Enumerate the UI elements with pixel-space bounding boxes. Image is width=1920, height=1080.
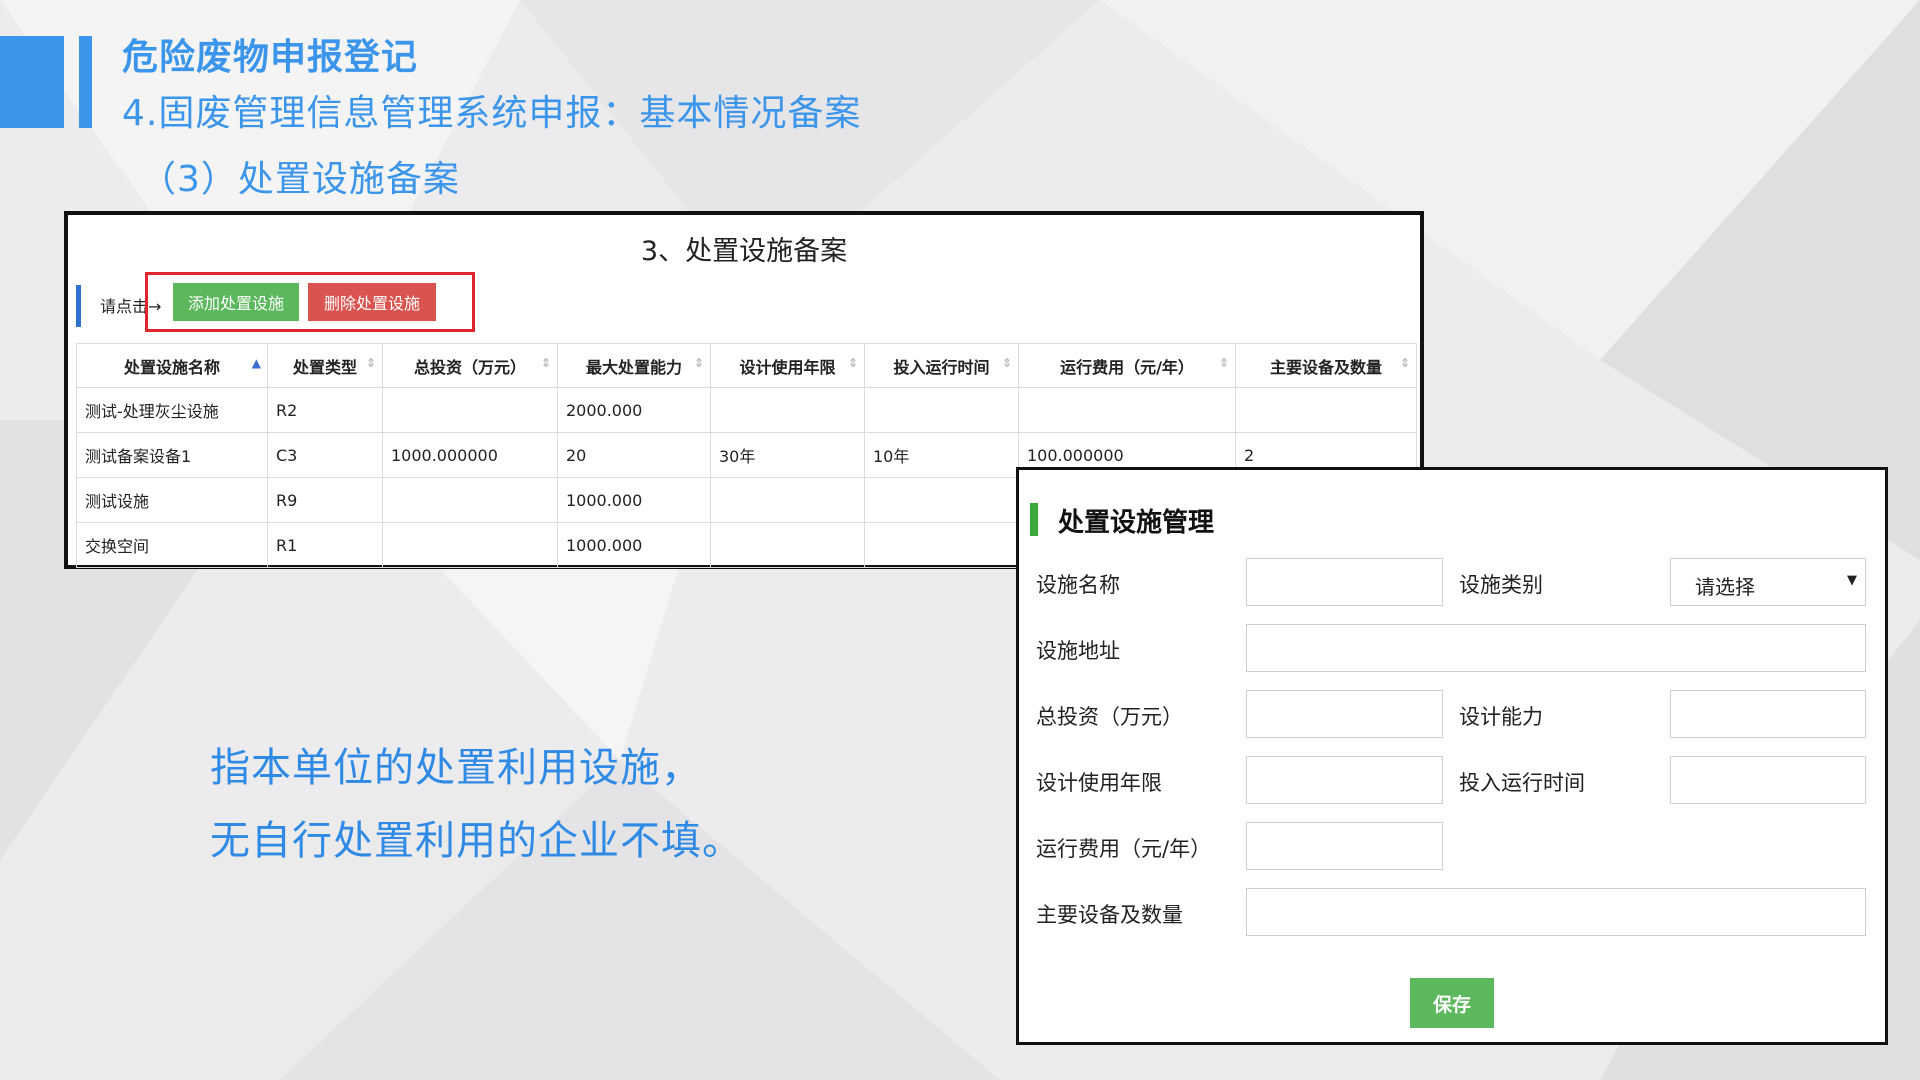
add-facility-button[interactable]: 添加处置设施 — [173, 283, 299, 321]
table-header-row: 处置设施名称 ▲ 处置类型 ⇕ 总投资（万元） ⇕ 最大处置能力 ⇕ 设计使用年限 ⇕ 投… — [76, 343, 1417, 388]
form-title: 处置设施管理 — [1058, 508, 1215, 538]
description-line-2: 无自行处置利用的企业不填。 — [210, 818, 743, 864]
label-facility-address: 设施地址 — [1036, 639, 1120, 663]
column-header-operation-time[interactable]: 投入运行时间 ⇕ — [864, 343, 1019, 388]
label-operation-time: 投入运行时间 — [1459, 771, 1585, 795]
design-capacity-input[interactable] — [1670, 690, 1866, 738]
label-facility-category: 设施类别 — [1459, 573, 1543, 597]
column-header-operating-cost[interactable]: 运行费用（元/年） ⇕ — [1018, 343, 1236, 388]
table-cell: 交换空间 — [76, 522, 268, 568]
sort-icon: ⇕ — [1218, 356, 1229, 370]
sort-icon: ⇕ — [847, 356, 858, 370]
save-button[interactable]: 保存 — [1410, 978, 1494, 1028]
sort-icon: ⇕ — [365, 356, 376, 370]
table-cell — [1235, 387, 1417, 433]
column-header-investment[interactable]: 总投资（万元） ⇕ — [382, 343, 558, 388]
table-cell: 1000.000000 — [382, 432, 558, 478]
column-header-type[interactable]: 处置类型 ⇕ — [267, 343, 383, 388]
facility-address-input[interactable] — [1246, 624, 1866, 672]
table-cell: 测试-处理灰尘设施 — [76, 387, 268, 433]
main-equipment-input[interactable] — [1246, 888, 1866, 936]
facility-form-panel: 处置设施管理 设施名称 设施类别 请选择 ▼ 设施地址 总投资（万元） 设计能力… — [1016, 467, 1888, 1045]
table-cell — [710, 522, 865, 568]
service-life-input[interactable] — [1246, 756, 1443, 804]
table-cell — [382, 522, 558, 568]
table-cell — [864, 387, 1019, 433]
slide-title: 危险废物申报登记 — [122, 37, 419, 78]
table-cell — [864, 477, 1019, 523]
table-cell: 测试设施 — [76, 477, 268, 523]
table-cell: 30年 — [710, 432, 865, 478]
sort-icon: ⇕ — [693, 356, 704, 370]
operation-time-input[interactable] — [1670, 756, 1866, 804]
column-header-name[interactable]: 处置设施名称 ▲ — [76, 343, 268, 388]
table-cell — [710, 477, 865, 523]
select-value: 请选择 — [1695, 575, 1755, 599]
toolbar-marker — [76, 285, 81, 327]
label-facility-name: 设施名称 — [1036, 573, 1120, 597]
table-cell: C3 — [267, 432, 383, 478]
table-cell: 1000.000 — [557, 522, 711, 568]
table-cell: 测试备案设备1 — [76, 432, 268, 478]
label-design-capacity: 设计能力 — [1459, 705, 1543, 729]
facility-name-input[interactable] — [1246, 558, 1443, 606]
column-header-service-life[interactable]: 设计使用年限 ⇕ — [710, 343, 865, 388]
label-service-life: 设计使用年限 — [1036, 771, 1162, 795]
table-row[interactable]: 测试-处理灰尘设施 R2 2000.000 — [76, 387, 1417, 433]
slide-subtitle: 4.固废管理信息管理系统申报：基本情况备案 — [122, 93, 862, 134]
table-cell — [710, 387, 865, 433]
slide-step-title: （3）处置设施备案 — [140, 159, 460, 200]
description-line-1: 指本单位的处置利用设施， — [210, 745, 702, 791]
sort-icon: ⇕ — [1399, 356, 1410, 370]
table-cell: R9 — [267, 477, 383, 523]
table-cell — [382, 477, 558, 523]
facility-category-select[interactable]: 请选择 ▼ — [1670, 558, 1866, 606]
panel-heading: 3、处置设施备案 — [640, 236, 848, 267]
sort-asc-icon: ▲ — [251, 356, 261, 370]
table-cell — [382, 387, 558, 433]
label-operating-cost: 运行费用（元/年） — [1036, 837, 1212, 861]
operating-cost-input[interactable] — [1246, 822, 1443, 870]
accent-block — [0, 36, 64, 128]
column-header-capacity[interactable]: 最大处置能力 ⇕ — [557, 343, 711, 388]
label-main-equipment: 主要设备及数量 — [1036, 903, 1183, 927]
table-cell — [864, 522, 1019, 568]
table-cell: R1 — [267, 522, 383, 568]
sort-icon: ⇕ — [1001, 356, 1012, 370]
sort-icon: ⇕ — [540, 356, 551, 370]
table-cell: 1000.000 — [557, 477, 711, 523]
label-total-investment: 总投资（万元） — [1036, 705, 1183, 729]
delete-facility-button[interactable]: 删除处置设施 — [308, 283, 436, 321]
column-header-equipment[interactable]: 主要设备及数量 ⇕ — [1235, 343, 1417, 388]
table-cell: 2000.000 — [557, 387, 711, 433]
accent-bar — [79, 36, 92, 128]
table-cell: 10年 — [864, 432, 1019, 478]
table-cell: 20 — [557, 432, 711, 478]
table-cell — [1018, 387, 1236, 433]
total-investment-input[interactable] — [1246, 690, 1443, 738]
table-cell: R2 — [267, 387, 383, 433]
caret-down-icon: ▼ — [1847, 573, 1857, 588]
form-title-marker — [1030, 503, 1038, 536]
